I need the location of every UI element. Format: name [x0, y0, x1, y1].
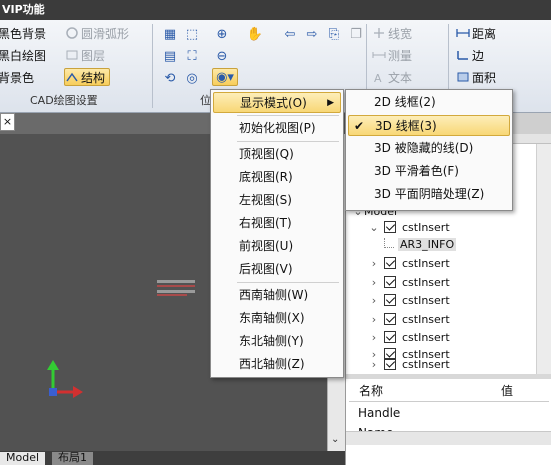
line-width-button[interactable]: 线宽	[372, 25, 412, 43]
menu-item-3d-hidden-line[interactable]: 3D 被隐藏的线(D)	[348, 138, 510, 159]
menu-item-3d-smooth-shading[interactable]: 3D 平滑着色(F)	[348, 161, 510, 182]
svg-text:A: A	[374, 72, 382, 83]
arrow-left-icon[interactable]: ⇦	[280, 25, 300, 43]
checkbox[interactable]	[384, 221, 396, 233]
black-white-plot-button[interactable]: 黑白绘图	[0, 47, 46, 65]
orbit-icon[interactable]: ⟲	[160, 69, 180, 87]
menu-item-left-view[interactable]: 左视图(S)	[213, 190, 341, 211]
display-mode-dropdown-icon[interactable]: ◉▾	[212, 68, 238, 86]
zoom-out-icon[interactable]: ⊖	[212, 47, 232, 65]
tab-layout1[interactable]: 布局1	[52, 452, 93, 465]
menu-item-2d-wireframe[interactable]: 2D 线框(2)	[348, 92, 510, 113]
distance-icon	[456, 26, 470, 38]
tree-item-ar3-info[interactable]: AR3_INFO	[384, 235, 457, 255]
property-value-column: 值	[501, 384, 514, 398]
menu-item-back-view[interactable]: 后视图(V)	[213, 259, 341, 280]
menu-item-right-view[interactable]: 右视图(T)	[213, 213, 341, 234]
zoom-window-icon[interactable]: ⬚	[182, 25, 202, 43]
menu-item-init-view[interactable]: 初始化视图(P)	[213, 118, 341, 139]
menu-separator	[237, 115, 339, 116]
tree-item-cstinsert[interactable]: › cstInsert	[368, 310, 450, 330]
measure-button[interactable]: 测量	[372, 47, 412, 65]
panel-splitter[interactable]	[346, 374, 551, 379]
copy-icon[interactable]: ❐	[346, 25, 366, 43]
tree-connector	[384, 238, 394, 248]
menu-item-3d-wireframe[interactable]: ✔ 3D 线框(3)	[348, 115, 510, 136]
smooth-arc-button[interactable]: 圆滑弧形	[65, 25, 129, 43]
tree-item-cstinsert[interactable]: › cstInsert	[368, 254, 450, 274]
menu-separator	[237, 141, 339, 142]
menu-item-bottom-view[interactable]: 底视图(R)	[213, 167, 341, 188]
view-cube-icon[interactable]: ▦	[160, 25, 180, 43]
checkbox[interactable]	[384, 294, 396, 306]
menu-item-ne-iso[interactable]: 东北轴侧(Y)	[213, 331, 341, 352]
arrow-right-icon[interactable]: ⇨	[302, 25, 322, 43]
check-icon: ✔	[354, 119, 365, 133]
pan-hand-icon[interactable]: ✋	[245, 25, 265, 43]
chevron-right-icon[interactable]: ›	[368, 273, 380, 293]
layer-icon	[65, 48, 79, 60]
ribbon-separator	[152, 24, 153, 108]
chevron-down-icon[interactable]: ⌄	[331, 434, 339, 445]
chevron-right-icon[interactable]: ›	[368, 291, 380, 311]
chevron-right-icon[interactable]: ›	[368, 254, 380, 274]
menu-item-se-iso[interactable]: 东南轴侧(X)	[213, 308, 341, 329]
chevron-down-icon[interactable]: ⌄	[368, 218, 380, 238]
zoom-extents-icon[interactable]: ⛶	[182, 47, 202, 65]
checkbox[interactable]	[384, 276, 396, 288]
structure-icon	[65, 70, 79, 82]
checkbox[interactable]	[384, 257, 396, 269]
property-name-column: 名称	[359, 384, 384, 398]
line-width-icon	[372, 26, 386, 38]
view-tiles-icon[interactable]: ▤	[160, 47, 180, 65]
checkbox[interactable]	[384, 313, 396, 325]
area-button[interactable]: 面积	[456, 69, 496, 87]
structure-button[interactable]: 结构	[64, 68, 111, 86]
layer-button[interactable]: 图层	[65, 47, 105, 65]
window-title: VIP功能	[0, 0, 551, 20]
property-row-handle[interactable]: Handle	[358, 406, 400, 420]
edge-button[interactable]: 边	[456, 47, 484, 65]
drawing-entity-block	[157, 280, 195, 296]
text-button[interactable]: A 文本	[372, 69, 412, 87]
view-context-menu: 显示模式(O) ▶ 初始化视图(P) 顶视图(Q) 底视图(R) 左视图(S) 右…	[210, 89, 344, 378]
menu-item-top-view[interactable]: 顶视图(Q)	[213, 144, 341, 165]
layout-tabs: Model 布局1	[0, 451, 345, 465]
menu-item-sw-iso[interactable]: 西南轴侧(W)	[213, 285, 341, 306]
arc-icon	[65, 26, 79, 39]
camera-icon[interactable]: ◎	[182, 69, 202, 87]
background-color-button[interactable]: 背景色	[0, 69, 34, 87]
tree-item-cstinsert[interactable]: › cstInsert	[368, 358, 450, 372]
zoom-in-icon[interactable]: ⊕	[212, 25, 232, 43]
menu-item-display-mode[interactable]: 显示模式(O) ▶	[213, 92, 341, 113]
cad-settings-group-label: CAD绘图设置	[30, 94, 98, 107]
chevron-right-icon[interactable]: ›	[368, 358, 380, 372]
property-horizontal-scrollbar[interactable]	[346, 431, 551, 445]
ucs-axis-icon	[47, 360, 83, 398]
black-background-button[interactable]: 黑色背景	[0, 25, 46, 43]
export-icon[interactable]: ⎘	[324, 25, 344, 43]
tree-item-cstinsert[interactable]: › cstInsert	[368, 273, 450, 293]
distance-button[interactable]: 距离	[456, 25, 496, 43]
menu-item-nw-iso[interactable]: 西北轴侧(Z)	[213, 354, 341, 375]
text-icon: A	[372, 70, 386, 85]
measure-icon	[372, 48, 386, 60]
tree-item-cstinsert[interactable]: › cstInsert	[368, 291, 450, 311]
checkbox[interactable]	[384, 358, 396, 370]
checkbox[interactable]	[384, 331, 396, 343]
display-mode-submenu: 2D 线框(2) ✔ 3D 线框(3) 3D 被隐藏的线(D) 3D 平滑着色(F…	[345, 89, 513, 211]
tree-vertical-scrollbar[interactable]	[536, 144, 551, 374]
menu-item-front-view[interactable]: 前视图(U)	[213, 236, 341, 257]
menu-item-3d-flat-shading[interactable]: 3D 平面阴暗处理(Z)	[348, 184, 510, 205]
property-grid-header: 名称 值	[349, 380, 549, 402]
close-icon[interactable]: ×	[0, 113, 15, 131]
area-icon	[456, 70, 470, 82]
edge-icon	[456, 48, 470, 60]
tab-model[interactable]: Model	[0, 452, 46, 465]
chevron-right-icon[interactable]: ›	[368, 310, 380, 330]
chevron-right-icon: ▶	[327, 98, 334, 108]
menu-separator	[237, 282, 339, 283]
